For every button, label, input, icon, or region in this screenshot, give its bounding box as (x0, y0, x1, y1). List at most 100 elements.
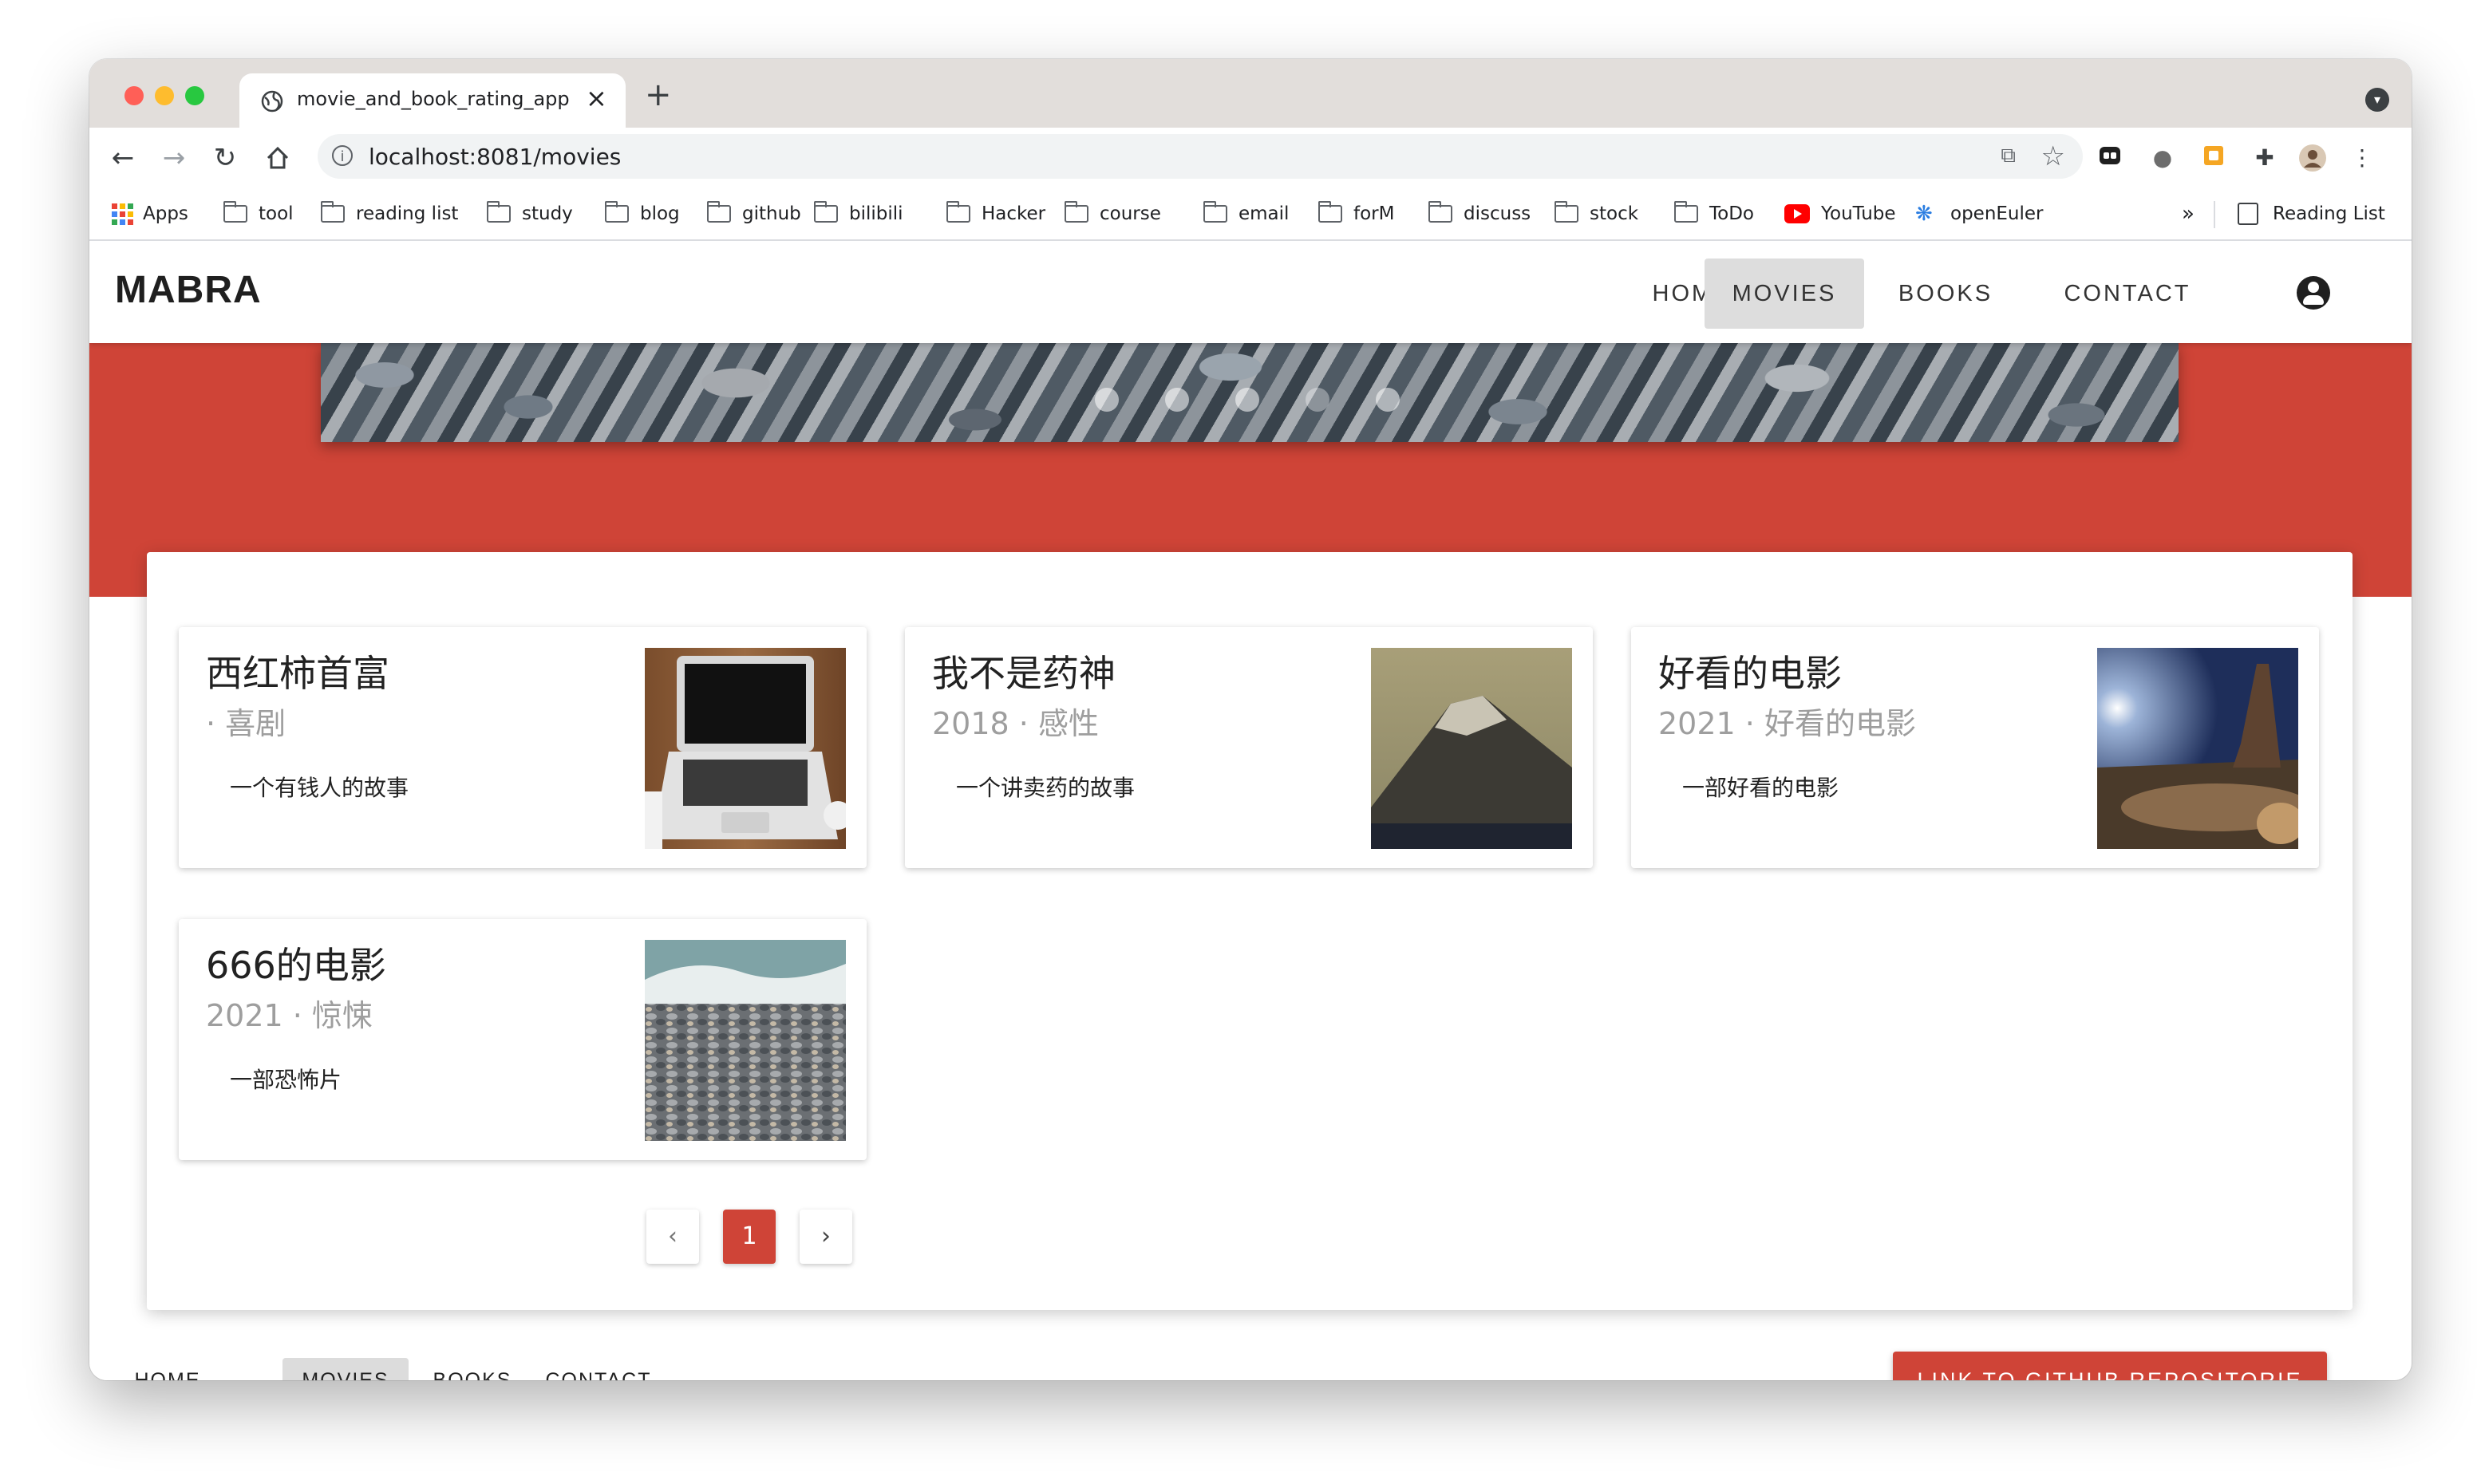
tab-search-icon[interactable]: ▾ (2365, 88, 2389, 112)
movie-subtitle: 2021 · 好看的电影 (1658, 706, 1916, 741)
movie-card[interactable]: 666的电影 2021 · 惊悚 一部恐怖片 (179, 919, 867, 1160)
tomato-extension-icon[interactable]: ● (2148, 144, 2177, 172)
movie-poster-night-desert (2097, 648, 2298, 849)
folder-icon (814, 201, 838, 223)
movie-description: 一部恐怖片 (230, 1067, 342, 1093)
bookmark-discuss[interactable]: discuss (1428, 199, 1531, 228)
folder-icon (1203, 201, 1227, 223)
minimize-window-button[interactable] (155, 86, 174, 105)
tab-title: movie_and_book_rating_app (297, 88, 570, 110)
bookmark-form[interactable]: forM (1318, 199, 1394, 228)
movie-title: 666的电影 (206, 944, 386, 987)
new-tab-icon[interactable]: + (645, 77, 672, 113)
bookmark-stock[interactable]: stock (1555, 199, 1638, 228)
close-window-button[interactable] (124, 86, 144, 105)
extension-orange-icon[interactable] (2199, 144, 2228, 172)
movie-poster-mountain (1371, 648, 1572, 849)
pagination-prev-button[interactable]: ‹ (646, 1210, 699, 1264)
carousel-indicator[interactable] (1165, 388, 1189, 412)
bookmark-star-icon[interactable]: ☆ (2041, 140, 2065, 172)
bookmark-github[interactable]: github (707, 199, 801, 228)
bookmark-apps[interactable]: Apps (112, 199, 188, 228)
site-info-icon[interactable]: i (332, 145, 353, 166)
movie-description: 一个有钱人的故事 (230, 775, 409, 801)
bookmark-hacker[interactable]: Hacker (946, 199, 1045, 228)
github-link-button[interactable]: LINK TO GITHUB REPOSITORIE (1893, 1352, 2327, 1380)
bookmark-label: Hacker (982, 203, 1046, 224)
bookmark-label: course (1100, 203, 1161, 224)
forward-icon[interactable]: → (158, 142, 190, 174)
extension-icon[interactable] (2096, 144, 2124, 172)
movie-poster-laptop (645, 648, 846, 849)
carousel-indicator[interactable] (1306, 388, 1329, 412)
nav-contact[interactable]: CONTACT (2060, 259, 2195, 329)
bookmark-blog[interactable]: blog (605, 199, 680, 228)
profile-avatar-icon[interactable] (2298, 144, 2327, 172)
bookmark-label: email (1238, 203, 1290, 224)
bookmark-openeuler[interactable]: ❋ openEuler (1915, 199, 2044, 228)
browser-tab[interactable]: movie_and_book_rating_app × (239, 73, 626, 128)
bookmark-youtube[interactable]: YouTube (1784, 199, 1896, 228)
bookmark-email[interactable]: email (1203, 199, 1289, 228)
home-icon[interactable] (262, 142, 294, 174)
nav-books[interactable]: BOOKS (1890, 259, 2001, 329)
extensions-puzzle-icon[interactable]: ✚ (2250, 144, 2279, 172)
reading-list-label: Reading List (2273, 203, 2385, 224)
bookmark-label: reading list (356, 203, 459, 224)
movie-subtitle: 2021 · 惊悚 (206, 998, 373, 1033)
movie-description: 一部好看的电影 (1682, 775, 1839, 801)
carousel-indicator[interactable] (1095, 388, 1119, 412)
account-icon[interactable] (2297, 276, 2330, 310)
bookmark-label: github (742, 203, 801, 224)
bookmark-label: blog (640, 203, 680, 224)
movie-card[interactable]: 西红柿首富 · 喜剧 一个有钱人的故事 (179, 627, 867, 868)
app-header: MABRA HOME MOVIES BOOKS CONTACT (89, 241, 2412, 343)
movie-subtitle: · 喜剧 (206, 706, 286, 741)
folder-icon (707, 201, 731, 223)
bookmark-tool[interactable]: tool (223, 199, 294, 228)
bookmarks-overflow-icon[interactable]: » (2182, 199, 2195, 228)
bookmarks-divider (2214, 201, 2215, 228)
footer-nav-movies[interactable]: MOVIES (282, 1358, 409, 1380)
reading-list-icon (2238, 203, 2258, 225)
movie-card[interactable]: 好看的电影 2021 · 好看的电影 一部好看的电影 (1631, 627, 2319, 868)
bookmark-label: bilibili (849, 203, 903, 224)
tab-strip: movie_and_book_rating_app × + ▾ (89, 59, 2412, 128)
browser-menu-icon[interactable]: ⋮ (2348, 144, 2376, 172)
translate-icon[interactable]: ⧉ (2001, 144, 2016, 168)
movie-subtitle: 2018 · 感性 (932, 706, 1099, 741)
folder-icon (1428, 201, 1452, 223)
brand-logo[interactable]: MABRA (115, 268, 262, 312)
bookmark-reading-list[interactable]: reading list (321, 199, 458, 228)
folder-icon (223, 201, 247, 223)
bookmark-label: study (522, 203, 573, 224)
footer-nav-home[interactable]: HOME (126, 1358, 209, 1380)
carousel-indicator[interactable] (1235, 388, 1259, 412)
footer-nav-contact[interactable]: CONTACT (536, 1358, 661, 1380)
bookmark-course[interactable]: course (1065, 199, 1161, 228)
carousel-indicator[interactable] (1376, 388, 1400, 412)
hero-carousel[interactable] (321, 343, 2179, 442)
folder-icon (946, 201, 970, 223)
bookmark-bilibili[interactable]: bilibili (814, 199, 903, 228)
address-bar[interactable]: i localhost:8081/movies ⧉ ☆ (318, 134, 2083, 179)
zoom-window-button[interactable] (185, 86, 204, 105)
openeuler-icon: ❋ (1915, 202, 1933, 226)
bookmark-study[interactable]: study (487, 199, 573, 228)
reading-list-button[interactable]: Reading List (2238, 199, 2385, 228)
movie-card[interactable]: 我不是药神 2018 · 感性 一个讲卖药的故事 (905, 627, 1593, 868)
bookmarks-bar: Apps tool reading list study blog github bilib… (89, 190, 2412, 241)
back-icon[interactable]: ← (107, 142, 139, 174)
nav-movies[interactable]: MOVIES (1705, 259, 1864, 329)
close-tab-icon[interactable]: × (586, 83, 607, 113)
browser-window: movie_and_book_rating_app × + ▾ ← → ↻ i … (89, 59, 2412, 1380)
globe-icon (261, 90, 283, 112)
movie-title: 我不是药神 (932, 652, 1116, 695)
bookmark-todo[interactable]: ToDo (1674, 199, 1754, 228)
pagination-next-button[interactable]: › (800, 1210, 852, 1264)
movie-list-panel: 西红柿首富 · 喜剧 一个有钱人的故事 我不是药神 2018 · 感性 一个讲卖… (147, 552, 2353, 1310)
reload-icon[interactable]: ↻ (209, 142, 241, 174)
pagination-page-1[interactable]: 1 (723, 1210, 776, 1264)
bookmark-label: discuss (1464, 203, 1531, 224)
footer-nav-books[interactable]: BOOKS (425, 1358, 520, 1380)
